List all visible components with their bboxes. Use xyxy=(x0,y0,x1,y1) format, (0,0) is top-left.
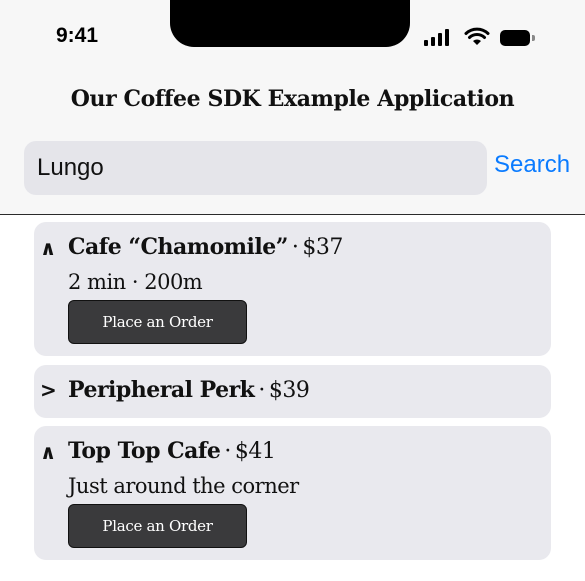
status-time: 9:41 xyxy=(56,24,99,47)
cafe-details: 2 min · 200m xyxy=(68,270,203,294)
separator: · xyxy=(224,439,231,464)
cafe-name: Top Top Cafe xyxy=(68,438,221,464)
cafe-name: Peripheral Perk xyxy=(68,377,255,403)
battery-cap xyxy=(532,35,535,41)
cafe-header: Peripheral Perk · $39 xyxy=(68,377,310,403)
cafe-price: $41 xyxy=(234,439,276,464)
app-title: Our Coffee SDK Example Application xyxy=(70,86,515,112)
cafe-card[interactable]: > Peripheral Perk · $39 xyxy=(34,365,551,418)
search-button[interactable]: Search xyxy=(494,151,570,179)
cafe-card[interactable]: ∧ Cafe “Chamomile” · $37 2 min · 200m Plac… xyxy=(34,222,551,356)
cafe-header: Top Top Cafe · $41 xyxy=(68,438,276,464)
place-order-button[interactable]: Place an Order xyxy=(68,504,247,548)
cafe-details: Just around the corner xyxy=(68,474,299,498)
cafe-price: $37 xyxy=(302,235,343,260)
battery-icon xyxy=(500,30,530,46)
separator: · xyxy=(291,235,299,260)
cafe-header: Cafe “Chamomile” · $37 xyxy=(68,234,343,260)
search-input[interactable]: Lungo xyxy=(24,141,487,195)
separator: · xyxy=(258,378,265,403)
device-notch xyxy=(170,0,410,47)
cafe-name: Cafe “Chamomile” xyxy=(68,234,288,260)
place-order-button[interactable]: Place an Order xyxy=(68,300,247,344)
chevron-right-icon[interactable]: > xyxy=(40,378,57,402)
chevron-up-icon[interactable]: ∧ xyxy=(40,236,56,260)
cafe-card[interactable]: ∧ Top Top Cafe · $41 Just around the corne… xyxy=(34,426,551,560)
wifi-icon xyxy=(464,27,490,45)
chevron-up-icon[interactable]: ∧ xyxy=(40,440,56,464)
cafe-price: $39 xyxy=(268,378,310,403)
header-area: 9:41 Our Coffee SDK Example Application … xyxy=(0,0,585,215)
